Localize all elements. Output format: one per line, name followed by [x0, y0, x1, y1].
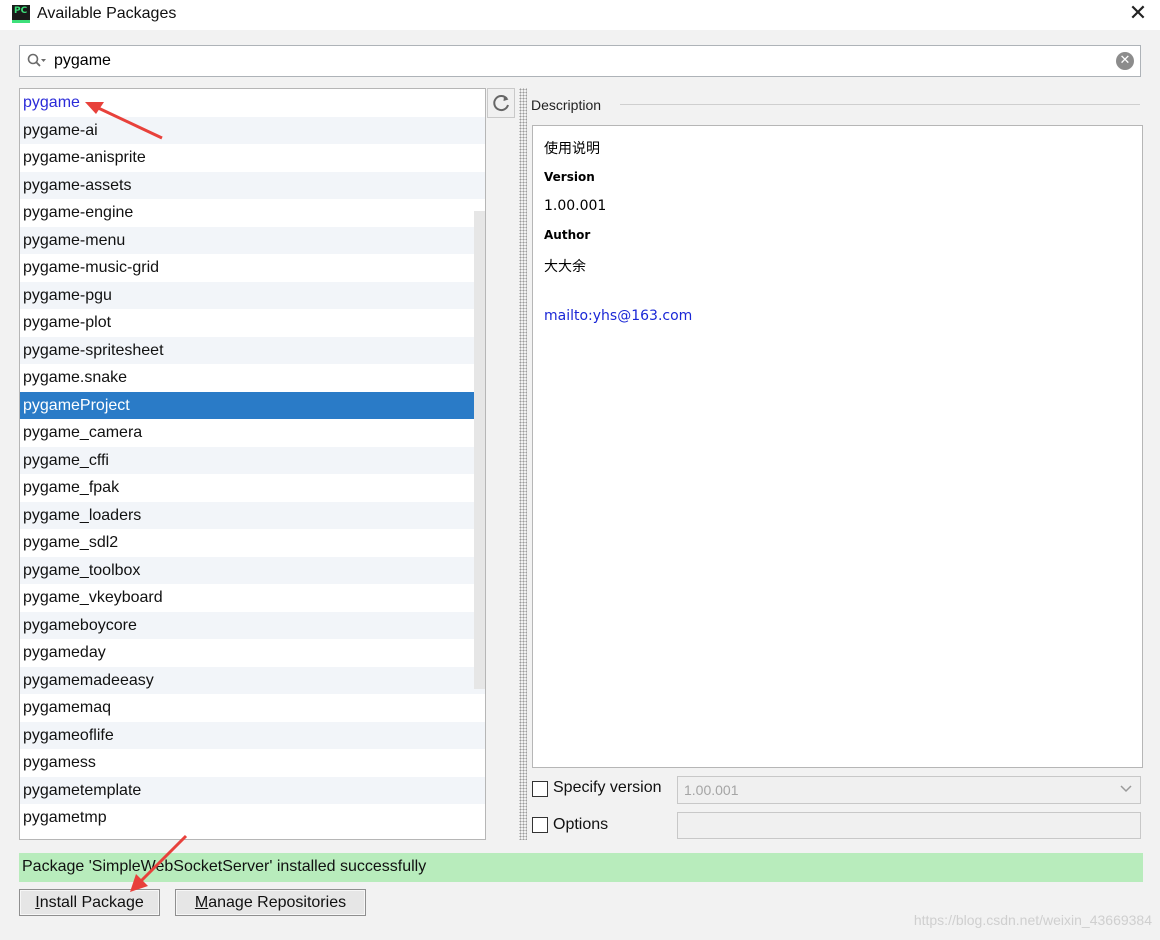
- package-list-item[interactable]: pygame-ai: [20, 116, 485, 144]
- package-list-item[interactable]: pygame-spritesheet: [20, 336, 485, 364]
- package-list-item[interactable]: pygameoflife: [20, 721, 485, 749]
- panel-splitter[interactable]: [519, 88, 527, 840]
- package-list[interactable]: pygame pygame-ai pygame-anisprite pygame-as…: [19, 88, 486, 840]
- status-message: Package 'SimpleWebSocketServer' installe…: [22, 858, 427, 875]
- refresh-icon: [493, 95, 509, 112]
- package-list-item[interactable]: pygame-menu: [20, 226, 485, 254]
- package-list-item[interactable]: pygamess: [20, 749, 485, 777]
- options-label: Options: [553, 816, 609, 833]
- refresh-button[interactable]: [487, 88, 515, 118]
- package-list-item[interactable]: pygame-music-grid: [20, 254, 485, 282]
- description-panel: 使用说明 Version 1.00.001 Author 大大余 mailto:…: [532, 125, 1143, 768]
- version-select-value: 1.00.001: [684, 782, 739, 798]
- package-list-item[interactable]: pygamemadeeasy: [20, 666, 485, 694]
- manage-repositories-button[interactable]: Manage Repositories: [175, 889, 366, 916]
- pycharm-app-icon: PC: [12, 5, 30, 23]
- close-icon[interactable]: ✕: [1126, 2, 1150, 26]
- list-scrollbar[interactable]: [474, 211, 485, 689]
- package-list-item[interactable]: pygameday: [20, 639, 485, 667]
- status-bar: Package 'SimpleWebSocketServer' installe…: [19, 853, 1143, 882]
- package-list-item[interactable]: pygame_fpak: [20, 474, 485, 502]
- description-label: Description: [531, 97, 602, 113]
- clear-icon[interactable]: ✕: [1116, 52, 1134, 70]
- package-list-item[interactable]: pygame.snake: [20, 364, 485, 392]
- package-list-item[interactable]: pygame-engine: [20, 199, 485, 227]
- package-list-item[interactable]: pygamemaq: [20, 694, 485, 722]
- package-list-item[interactable]: pygame_cffi: [20, 446, 485, 474]
- package-list-item[interactable]: pygame_loaders: [20, 501, 485, 529]
- version-select[interactable]: 1.00.001: [677, 776, 1141, 804]
- author-value: 大大余: [544, 259, 586, 275]
- version-label: Version: [544, 170, 595, 184]
- version-value: 1.00.001: [544, 198, 607, 214]
- package-list-item[interactable]: pygame-plot: [20, 309, 485, 337]
- options-checkbox[interactable]: [532, 817, 548, 833]
- package-list-item[interactable]: pygame_vkeyboard: [20, 584, 485, 612]
- search-input[interactable]: [54, 50, 1094, 72]
- watermark: https://blog.csdn.net/weixin_43669384: [913, 912, 1152, 928]
- package-list-item[interactable]: pygameProject: [20, 391, 485, 419]
- package-list-item[interactable]: pygame_sdl2: [20, 529, 485, 557]
- title-bar: PC Available Packages ✕: [0, 0, 1160, 30]
- package-list-item[interactable]: pygame-anisprite: [20, 144, 485, 172]
- refresh-toolbar: [487, 88, 517, 840]
- description-divider: [620, 104, 1140, 105]
- package-list-item[interactable]: pygame_toolbox: [20, 556, 485, 584]
- search-field[interactable]: ✕: [19, 45, 1141, 77]
- author-label: Author: [544, 228, 591, 242]
- package-list-item[interactable]: pygame-pgu: [20, 281, 485, 309]
- package-list-item[interactable]: pygametmp: [20, 804, 485, 832]
- window-title: Available Packages: [37, 5, 177, 22]
- email-link[interactable]: mailto:yhs@163.com: [544, 308, 692, 324]
- package-list-item[interactable]: pygame-assets: [20, 171, 485, 199]
- package-list-item[interactable]: pygame_camera: [20, 419, 485, 447]
- package-list-item[interactable]: pygame: [20, 89, 485, 117]
- description-heading: 使用说明: [544, 141, 600, 157]
- package-list-item[interactable]: pygametemplate: [20, 776, 485, 804]
- search-icon[interactable]: [27, 53, 47, 69]
- specify-version-label: Specify version: [553, 779, 662, 796]
- specify-version-checkbox[interactable]: [532, 781, 548, 797]
- chevron-down-icon: [1120, 785, 1132, 793]
- package-list-item[interactable]: pygameboycore: [20, 611, 485, 639]
- install-package-button[interactable]: Install Package: [19, 889, 160, 916]
- options-input[interactable]: [677, 812, 1141, 839]
